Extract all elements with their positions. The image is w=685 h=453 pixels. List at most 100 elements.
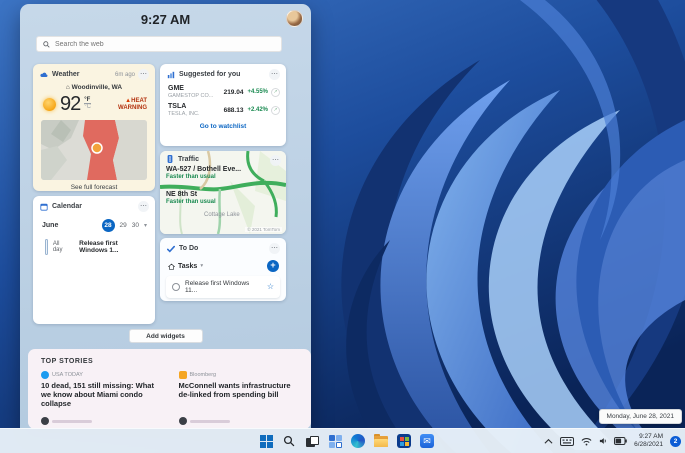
see-full-forecast-link[interactable]: See full forecast — [33, 184, 155, 191]
weather-title: Weather — [52, 71, 80, 78]
news-logo — [41, 417, 49, 425]
stock-symbol: GME — [168, 85, 184, 92]
clock-date: 6/28/2021 — [634, 441, 663, 448]
widgets-icon — [328, 434, 342, 448]
weather-map[interactable] — [41, 120, 147, 180]
calendar-month: June — [42, 222, 59, 229]
stock-company: GAMESTOP CO... — [168, 93, 214, 99]
unit-celsius[interactable]: °C — [84, 104, 91, 110]
stock-change: +4.55% — [247, 89, 268, 95]
widgets-panel: 9:27 AM Weather 6m ago ⋯ ⌂ Woodinville, … — [20, 4, 311, 429]
news-source: USA TODAY — [52, 372, 83, 378]
traffic-widget[interactable]: Traffic ⋯ WA-527 / Bothell Eve... Faster… — [160, 151, 286, 234]
more-icon[interactable]: ⋯ — [138, 69, 149, 80]
stock-price: 688.13 — [223, 106, 244, 114]
search-icon — [43, 40, 50, 48]
usa-today-logo — [41, 371, 49, 379]
stock-change: +2.42% — [247, 107, 268, 113]
more-icon[interactable]: ⋯ — [269, 243, 280, 254]
widgets-button[interactable] — [327, 433, 343, 449]
news-source: Bloomberg — [189, 372, 217, 378]
stock-row-tsla[interactable]: TSLA TESLA, INC. 688.13 +2.42% ↗ — [160, 101, 286, 119]
home-icon — [168, 263, 175, 270]
unit-fahrenheit[interactable]: °F — [84, 97, 91, 104]
top-stories-header: TOP STORIES — [41, 358, 94, 365]
add-widgets-button[interactable]: Add widgets — [128, 329, 203, 343]
more-icon[interactable]: ⋯ — [270, 155, 281, 166]
date-tooltip: Monday, June 28, 2021 — [598, 409, 682, 424]
volume-icon[interactable] — [599, 437, 607, 445]
news-story-partial[interactable] — [41, 417, 161, 425]
more-icon[interactable]: ⋯ — [138, 201, 149, 212]
chevron-up-icon[interactable] — [544, 438, 553, 445]
edge-button[interactable] — [350, 433, 366, 449]
todo-task-row[interactable]: Release first Windows 11... ☆ — [166, 276, 280, 298]
clock-time: 9:27 AM — [639, 433, 663, 440]
search-input[interactable] — [55, 40, 275, 48]
panel-clock: 9:27 AM — [140, 12, 191, 27]
news-logo — [178, 417, 187, 425]
stock-company: TESLA, INC. — [168, 111, 200, 117]
stocks-widget[interactable]: Suggested for you ⋯ GME GAMESTOP CO... 2… — [160, 64, 286, 146]
chevron-down-icon[interactable]: ▾ — [200, 263, 203, 269]
news-story[interactable]: USA TODAY 10 dead, 151 still missing: Wh… — [41, 371, 161, 408]
news-story-partial[interactable] — [178, 417, 299, 425]
mail-button[interactable]: ✉ — [419, 433, 435, 449]
taskbar-clock[interactable]: 9:27 AM 6/28/2021 — [634, 433, 663, 449]
sun-icon — [43, 98, 56, 111]
task-checkbox[interactable] — [172, 283, 180, 291]
touch-keyboard-icon[interactable] — [560, 436, 575, 446]
stock-row-gme[interactable]: GME GAMESTOP CO... 219.04 +4.55% ↗ — [160, 83, 286, 101]
event-title: Release first Windows 1... — [79, 240, 119, 254]
calendar-event[interactable]: All day Release first Windows 1... — [33, 234, 155, 255]
calendar-title: Calendar — [52, 203, 82, 210]
avatar[interactable] — [286, 10, 303, 27]
calendar-widget[interactable]: Calendar ⋯ June 28 29 30 ▾ All day Relea… — [33, 196, 155, 324]
add-task-button[interactable]: + — [267, 260, 279, 272]
calendar-day[interactable]: 29 — [120, 222, 127, 229]
bloomberg-logo — [178, 371, 187, 379]
battery-icon[interactable] — [614, 437, 627, 445]
windows-logo-icon — [259, 434, 273, 448]
news-feed: TOP STORIES USA TODAY 10 dead, 151 still… — [28, 349, 311, 429]
temperature-value: 92 — [60, 93, 81, 115]
event-time-bracket — [45, 239, 48, 255]
desktop: 9:27 AM Weather 6m ago ⋯ ⌂ Woodinville, … — [0, 0, 685, 453]
todo-widget[interactable]: To Do ⋯ Tasks ▾ + Release first Windows … — [160, 238, 286, 301]
weather-cloud-icon — [40, 72, 48, 77]
calendar-day[interactable]: 30 — [132, 222, 139, 229]
weather-location: ⌂ Woodinville, WA — [65, 84, 123, 91]
stock-price: 219.04 — [223, 88, 244, 96]
news-story[interactable]: Bloomberg McConnell wants infrastructure… — [178, 371, 299, 408]
stock-sparkline-button[interactable]: ↗ — [271, 87, 280, 97]
stock-symbol: TSLA — [168, 103, 187, 110]
weather-updated: 6m ago — [114, 71, 135, 78]
task-view-icon — [305, 435, 319, 447]
chevron-down-icon[interactable]: ▾ — [144, 222, 147, 229]
search-icon — [283, 435, 295, 447]
stock-sparkline-button[interactable]: ↗ — [271, 105, 280, 115]
start-button[interactable] — [258, 433, 274, 449]
taskbar-search-button[interactable] — [281, 433, 297, 449]
file-explorer-button[interactable] — [373, 433, 389, 449]
notification-badge[interactable]: 2 — [670, 435, 681, 447]
traffic-route: NE 8th St Faster than usual — [166, 191, 216, 205]
task-view-button[interactable] — [304, 433, 320, 449]
stocks-title: Suggested for you — [179, 71, 241, 78]
event-time: All day — [52, 241, 63, 253]
star-icon[interactable]: ☆ — [267, 283, 274, 291]
store-button[interactable] — [396, 433, 412, 449]
todo-list-name[interactable]: Tasks — [178, 263, 197, 270]
weather-widget[interactable]: Weather 6m ago ⋯ ⌂ Woodinville, WA 92 °F… — [33, 64, 155, 191]
search-bar[interactable] — [36, 36, 282, 52]
heat-warning-badge: ▲HEAT WARNING — [118, 97, 147, 111]
wifi-icon[interactable] — [581, 437, 592, 446]
traffic-route: WA-527 / Bothell Eve... Faster than usua… — [166, 166, 242, 180]
stocks-chart-icon — [167, 71, 175, 78]
task-title: Release first Windows 11... — [185, 280, 250, 294]
traffic-title: Traffic — [178, 155, 200, 163]
go-to-watchlist-link[interactable]: Go to watchlist — [160, 123, 286, 130]
calendar-icon — [40, 203, 48, 211]
more-icon[interactable]: ⋯ — [269, 69, 280, 80]
calendar-day-selected[interactable]: 28 — [101, 219, 115, 232]
